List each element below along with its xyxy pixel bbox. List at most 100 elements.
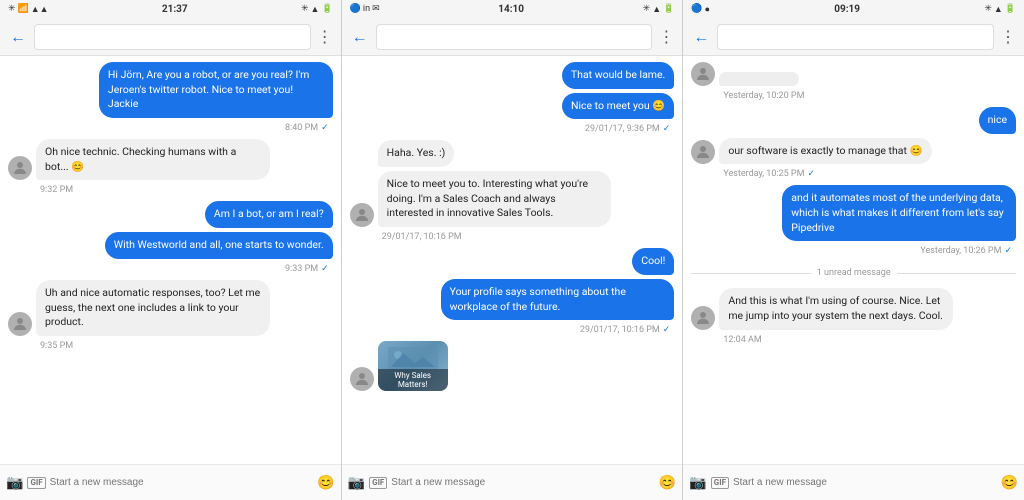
status-icons-right: ✳▲🔋 (984, 4, 1016, 15)
chat-area: Yesterday, 10:20 PM nice our software is e… (683, 56, 1024, 464)
message-input[interactable] (391, 477, 655, 488)
avatar (350, 367, 374, 391)
emoji-button[interactable]: 😊 (659, 475, 676, 491)
gif-button[interactable]: GIF (27, 477, 45, 489)
camera-icon[interactable]: 📷 (348, 475, 365, 491)
unread-line-right (897, 273, 1016, 274)
timestamp-label: Yesterday, 10:20 PM (691, 90, 1016, 103)
app-icon3: ✉ (372, 4, 380, 14)
back-button[interactable]: ← (350, 25, 370, 49)
message-row: That would be lame. (350, 62, 675, 89)
battery-icon: 🔋 (663, 4, 674, 14)
bt-icon: ✳ (643, 4, 651, 14)
message-bubble: nice (979, 107, 1016, 134)
chat-area: Hi Jörn, Are you a robot, or are you rea… (0, 56, 341, 464)
input-bar: 📷 GIF 😊 (342, 464, 683, 500)
camera-icon[interactable]: 📷 (689, 475, 706, 491)
bt-icon: ✳ (984, 4, 992, 14)
phone-3: 🔵●09:19✳▲🔋←⋮Yesterday, 10:20 PMniceour s… (683, 0, 1024, 500)
message-bubble: With Westworld and all, one starts to wo… (105, 232, 333, 259)
time-text: 8:40 PM (285, 123, 318, 133)
search-box[interactable] (717, 24, 994, 50)
status-bar: 🔵in✉ 14:10 ✳▲🔋 (342, 0, 683, 18)
time-text: 9:32 PM (40, 185, 73, 195)
message-bubble: Oh nice technic. Checking humans with a … (36, 139, 270, 180)
menu-button[interactable]: ⋮ (317, 27, 333, 46)
emoji-button[interactable]: 😊 (317, 475, 334, 491)
message-input[interactable] (50, 477, 314, 488)
message-row: Why Sales Matters! (350, 341, 675, 391)
message-row: and it automates most of the underlying … (691, 185, 1016, 241)
input-bar: 📷 GIF 😊 (0, 464, 341, 500)
message-row: Your profile says something about the wo… (350, 279, 675, 320)
signal-bars: ▲ (652, 4, 661, 15)
status-time: 21:37 (162, 4, 188, 15)
image-bubble[interactable]: Why Sales Matters! (378, 341, 448, 391)
signal-bars: ▲ (994, 4, 1003, 15)
status-bar: ✳📶▲▲ 21:37 ✳▲🔋 (0, 0, 341, 18)
avatar (691, 62, 715, 86)
input-bar: 📷 GIF 😊 (683, 464, 1024, 500)
message-bubble (719, 72, 799, 86)
status-bar: 🔵●09:19✳▲🔋 (683, 0, 1024, 18)
time-text: 9:33 PM (285, 264, 318, 274)
message-input[interactable] (733, 477, 997, 488)
menu-button[interactable]: ⋮ (658, 27, 674, 46)
checkmark-icon: ✓ (663, 325, 671, 335)
message-bubble: Am I a bot, or am I real? (205, 201, 333, 228)
time-text: 29/01/17, 10:16 PM (382, 232, 462, 242)
wifi-icon: 📶 (18, 4, 29, 14)
message-bubble: Uh and nice automatic responses, too? Le… (36, 280, 270, 336)
search-box[interactable] (34, 24, 311, 50)
message-timestamp: 9:35 PM (8, 340, 333, 353)
avatar (691, 140, 715, 164)
gif-button[interactable]: GIF (369, 477, 387, 489)
message-row: Hi Jörn, Are you a robot, or are you rea… (8, 62, 333, 118)
menu-button[interactable]: ⋮ (1000, 27, 1016, 46)
message-row: Am I a bot, or am I real? (8, 201, 333, 228)
checkmark-icon: ✓ (321, 264, 329, 274)
gif-button[interactable]: GIF (711, 477, 729, 489)
status-icons-right: ✳▲🔋 (301, 4, 333, 15)
status-icons-left: 🔵● (691, 4, 710, 15)
camera-icon[interactable]: 📷 (6, 475, 23, 491)
signal-icon: ▲▲ (31, 4, 49, 15)
checkmark-icon: ✓ (321, 123, 329, 133)
status-time: 14:10 (498, 4, 524, 15)
message-row: Oh nice technic. Checking humans with a … (8, 139, 333, 180)
back-button[interactable]: ← (8, 25, 28, 49)
message-bubble: and it automates most of the underlying … (782, 185, 1016, 241)
avatar (8, 312, 32, 336)
avatar (8, 156, 32, 180)
message-bubble: Cool! (632, 248, 674, 275)
bluetooth-icon: ✳ (8, 4, 16, 14)
unread-line (691, 273, 810, 274)
message-timestamp: 8:40 PM ✓ (8, 122, 333, 135)
message-row: Nice to meet you 😊 (350, 93, 675, 120)
message-row: Uh and nice automatic responses, too? Le… (8, 280, 333, 336)
checkmark-icon: ✓ (1004, 246, 1012, 256)
avatar (350, 203, 374, 227)
app-icon2: ● (705, 4, 710, 15)
phones-container: ✳📶▲▲21:37✳▲🔋←⋮Hi Jörn, Are you a robot, … (0, 0, 1024, 500)
checkmark-icon: ✓ (663, 124, 671, 134)
status-icons-left: 🔵in✉ (350, 4, 380, 14)
message-bubble: That would be lame. (562, 62, 674, 89)
search-box[interactable] (376, 24, 653, 50)
unread-divider: 1 unread message (691, 268, 1016, 278)
message-timestamp: 29/01/17, 10:16 PM (350, 231, 675, 244)
back-button[interactable]: ← (691, 25, 711, 49)
time-text: Yesterday, 10:26 PM (920, 246, 1001, 256)
time-text: 12:04 AM (723, 335, 761, 345)
app-icon2: in (363, 4, 370, 14)
time-text: Yesterday, 10:25 PM (723, 169, 804, 179)
avatar (691, 306, 715, 330)
message-timestamp: Yesterday, 10:25 PM ✓ (691, 168, 1016, 181)
emoji-button[interactable]: 😊 (1001, 475, 1018, 491)
nav-bar: ←⋮ (683, 18, 1024, 56)
message-row: With Westworld and all, one starts to wo… (8, 232, 333, 259)
image-content: Why Sales Matters! (378, 341, 448, 391)
message-row: our software is exactly to manage that 😊 (691, 138, 1016, 165)
nav-bar: ←⋮ (0, 18, 341, 56)
battery-icon: 🔋 (1005, 4, 1016, 14)
